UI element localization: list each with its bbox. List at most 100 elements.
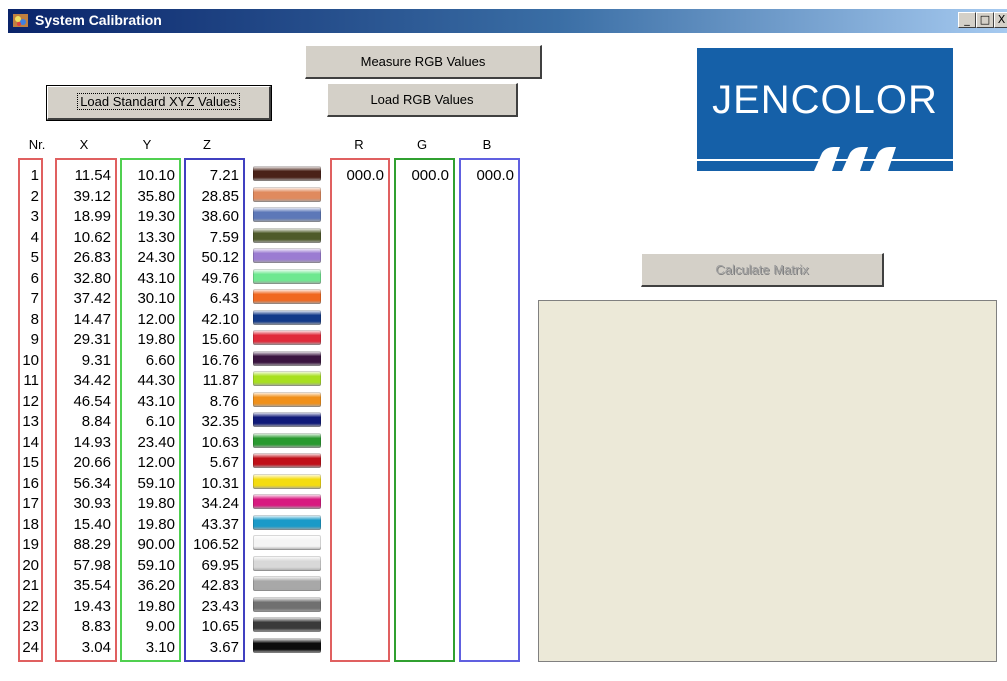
color-swatch bbox=[253, 555, 321, 571]
load-standard-xyz-label: Load Standard XYZ Values bbox=[77, 93, 240, 110]
z-value: 42.83 bbox=[201, 577, 239, 594]
x-column[interactable]: 11.54 39.12 18.99 10.62 26.83 32.80 37.42 14.47… bbox=[55, 158, 117, 662]
row-number: 9 bbox=[30, 331, 39, 348]
z-value: 10.63 bbox=[201, 433, 239, 451]
z-value: 69.95 bbox=[201, 556, 239, 574]
calculate-matrix-button[interactable]: Calculate Matrix bbox=[641, 253, 884, 287]
y-value: 12.00 bbox=[137, 310, 175, 328]
z-value: 16.76 bbox=[201, 351, 239, 369]
color-swatch bbox=[253, 391, 321, 407]
z-value: 106.52 bbox=[193, 536, 239, 553]
b-column[interactable]: 000.0 bbox=[459, 158, 520, 662]
load-standard-xyz-button[interactable]: Load Standard XYZ Values bbox=[46, 85, 272, 121]
z-value: 10.31 bbox=[201, 474, 239, 492]
z-column[interactable]: 7.21 28.85 38.60 7.59 50.12 49.76 6.43 42.10 15.… bbox=[184, 158, 245, 662]
color-swatch bbox=[253, 535, 321, 550]
x-value: 14.47 bbox=[73, 310, 111, 328]
minimize-button[interactable]: _ bbox=[958, 12, 976, 28]
y-value: 44.30 bbox=[137, 372, 175, 389]
color-swatch bbox=[253, 596, 321, 612]
g-column[interactable]: 000.0 bbox=[394, 158, 455, 662]
z-value: 42.10 bbox=[201, 310, 239, 328]
color-swatch bbox=[253, 576, 321, 591]
row-number: 23 bbox=[22, 618, 39, 635]
y-value: 23.40 bbox=[137, 433, 175, 451]
color-swatch bbox=[253, 248, 321, 263]
x-value: 26.83 bbox=[73, 249, 111, 266]
logo-mark-icon bbox=[814, 147, 896, 171]
b-value: 000.0 bbox=[476, 167, 514, 184]
z-value: 11.87 bbox=[202, 372, 239, 389]
z-value: 8.76 bbox=[209, 392, 239, 410]
x-value: 34.42 bbox=[73, 372, 111, 389]
row-number: 16 bbox=[22, 474, 39, 492]
color-swatch bbox=[253, 268, 321, 284]
header-nr: Nr. bbox=[28, 137, 46, 152]
color-swatch bbox=[253, 453, 321, 468]
row-number: 22 bbox=[22, 597, 39, 615]
y-value: 19.80 bbox=[137, 331, 175, 348]
y-value: 59.10 bbox=[137, 556, 175, 574]
window-title: System Calibration bbox=[35, 12, 162, 28]
y-value: 3.10 bbox=[145, 638, 175, 656]
row-number: 12 bbox=[22, 392, 39, 410]
x-value: 57.98 bbox=[73, 556, 111, 574]
row-number: 4 bbox=[30, 228, 39, 246]
r-column[interactable]: 000.0 bbox=[330, 158, 390, 662]
row-number: 13 bbox=[22, 413, 39, 430]
header-b: B bbox=[482, 137, 492, 152]
z-value: 50.12 bbox=[201, 249, 239, 266]
x-value: 46.54 bbox=[73, 392, 111, 410]
y-value: 19.30 bbox=[137, 208, 175, 225]
header-r: R bbox=[354, 137, 364, 152]
app-icon bbox=[13, 14, 28, 27]
color-swatch bbox=[253, 350, 321, 366]
z-value: 15.60 bbox=[201, 331, 239, 348]
row-number: 8 bbox=[30, 310, 39, 328]
row-number: 20 bbox=[22, 556, 39, 574]
x-value: 30.93 bbox=[73, 495, 111, 512]
z-value: 7.59 bbox=[209, 228, 239, 246]
y-column[interactable]: 10.10 35.80 19.30 13.30 24.30 43.10 30.10 12.00… bbox=[120, 158, 181, 662]
y-value: 6.10 bbox=[145, 413, 175, 430]
x-value: 18.99 bbox=[73, 208, 111, 225]
x-value: 37.42 bbox=[73, 290, 111, 307]
x-value: 29.31 bbox=[73, 331, 111, 348]
z-value: 34.24 bbox=[201, 495, 239, 512]
load-rgb-button[interactable]: Load RGB Values bbox=[327, 83, 518, 117]
y-value: 59.10 bbox=[137, 474, 175, 492]
y-value: 24.30 bbox=[137, 249, 175, 266]
r-value: 000.0 bbox=[346, 167, 384, 184]
header-z: Z bbox=[203, 137, 211, 152]
y-value: 19.80 bbox=[137, 597, 175, 615]
z-value: 28.85 bbox=[201, 187, 239, 205]
x-value: 9.31 bbox=[81, 351, 111, 369]
color-swatch bbox=[253, 617, 321, 632]
matrix-display-area bbox=[538, 300, 997, 662]
logo-text: JENCOLOR bbox=[712, 78, 938, 122]
close-button[interactable]: X bbox=[994, 12, 1007, 28]
title-bar: System Calibration _ □ X bbox=[0, 0, 1007, 42]
z-value: 7.21 bbox=[209, 167, 239, 184]
y-value: 90.00 bbox=[137, 536, 175, 553]
z-value: 49.76 bbox=[201, 269, 239, 287]
measure-rgb-button[interactable]: Measure RGB Values bbox=[305, 45, 542, 79]
color-swatch bbox=[253, 432, 321, 448]
y-value: 35.80 bbox=[137, 187, 175, 205]
color-swatch bbox=[253, 514, 321, 530]
color-swatch bbox=[253, 330, 321, 345]
header-x: X bbox=[79, 137, 89, 152]
z-value: 6.43 bbox=[209, 290, 239, 307]
color-swatch bbox=[253, 207, 321, 222]
z-value: 10.65 bbox=[201, 618, 239, 635]
color-swatch bbox=[253, 186, 321, 202]
x-value: 35.54 bbox=[73, 577, 111, 594]
y-value: 36.20 bbox=[137, 577, 175, 594]
row-number: 3 bbox=[30, 208, 39, 225]
y-value: 12.00 bbox=[137, 454, 175, 471]
row-number: 15 bbox=[22, 454, 39, 471]
row-number: 24 bbox=[22, 638, 39, 656]
x-value: 8.83 bbox=[81, 618, 111, 635]
header-y: Y bbox=[142, 137, 152, 152]
maximize-button[interactable]: □ bbox=[976, 12, 994, 28]
